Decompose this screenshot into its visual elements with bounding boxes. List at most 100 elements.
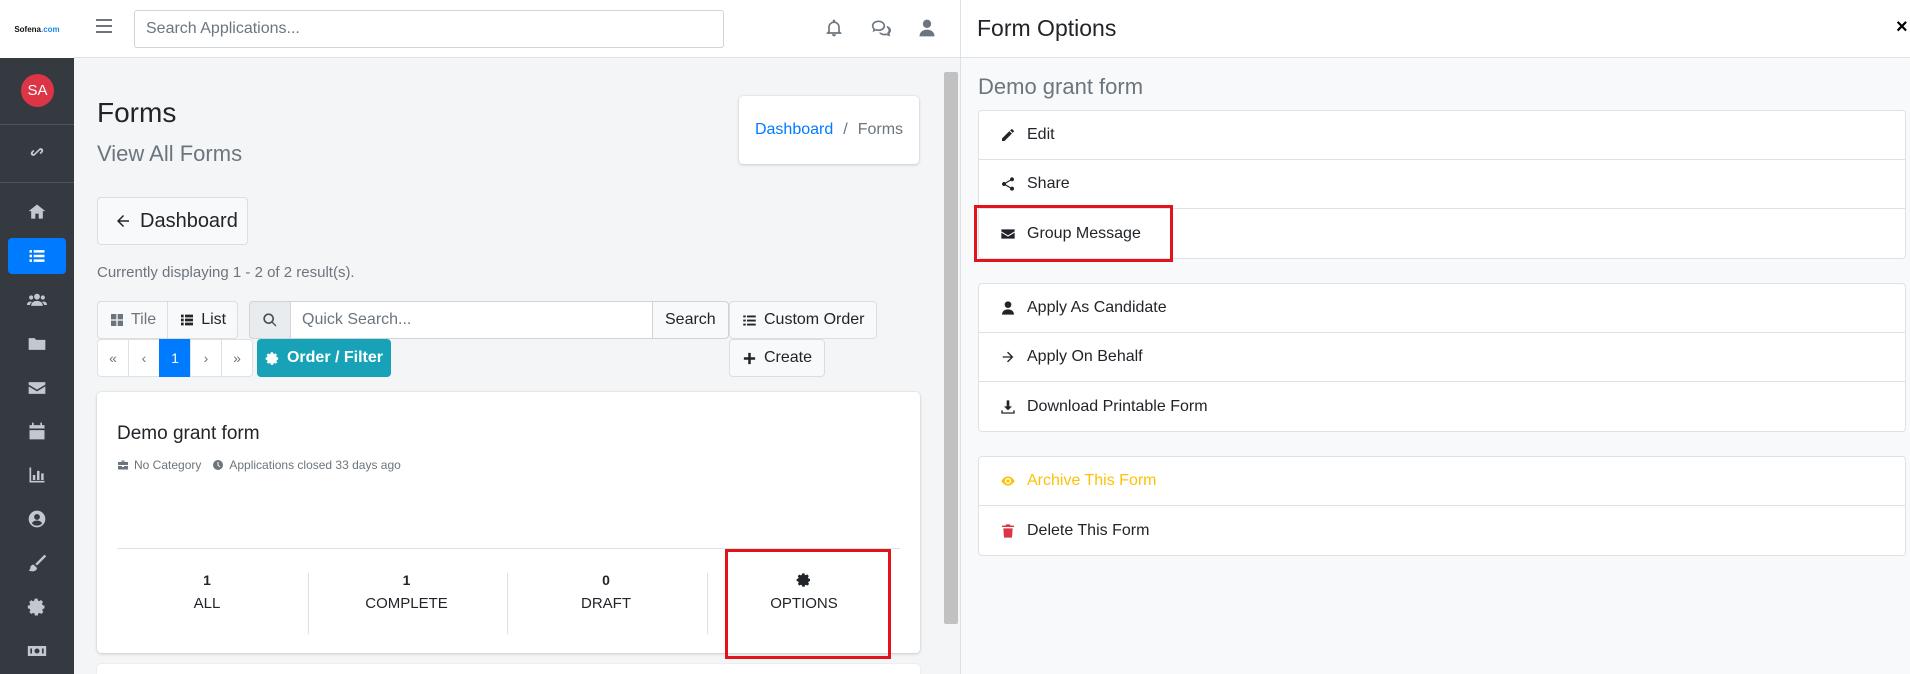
users-icon[interactable] (8, 282, 66, 318)
share-label: Share (1027, 175, 1070, 192)
plus-icon (743, 352, 756, 364)
close-icon[interactable]: × (1896, 16, 1908, 39)
avatar[interactable]: SA (21, 74, 54, 107)
order-filter-button[interactable]: Order / Filter (257, 339, 391, 377)
list-icon (181, 314, 194, 326)
custom-order-label: Custom Order (764, 311, 865, 328)
back-button-label: Dashboard (140, 209, 238, 232)
tile-label: Tile (131, 311, 157, 328)
quick-search-group: Search (249, 301, 729, 339)
form-category: No Category (134, 458, 202, 472)
options-group-apply: Apply As Candidate Apply On Behalf Downl… (978, 283, 1906, 432)
clock-icon (213, 460, 224, 470)
chart-bar-icon[interactable] (8, 457, 66, 493)
pagination-prev[interactable]: ‹ (128, 339, 160, 377)
user-circle-icon[interactable] (8, 501, 66, 537)
sidebar: Sofena .com SA (0, 0, 74, 674)
user-icon[interactable] (917, 18, 937, 38)
eye-icon (1001, 476, 1015, 486)
pagination-last[interactable]: » (221, 339, 253, 377)
panel-title: Form Options (977, 15, 1117, 41)
list-view-button[interactable]: List (168, 301, 239, 339)
stat-complete[interactable]: 1 COMPLETE (309, 572, 504, 634)
custom-order-button[interactable]: Custom Order (729, 301, 878, 339)
breadcrumb-separator: / (843, 121, 848, 138)
quick-search-input[interactable] (291, 301, 653, 339)
sidebar-divider (0, 124, 74, 125)
form-options-panel: Form Options × Demo grant form Edit Shar… (960, 0, 1910, 674)
envelope-icon[interactable] (8, 370, 66, 406)
list-label: List (201, 311, 227, 328)
results-count: Currently displaying 1 - 2 of 2 result(s… (97, 264, 355, 281)
edit-option[interactable]: Edit (979, 111, 1905, 160)
delete-form-label: Delete This Form (1027, 521, 1150, 539)
trash-icon (1002, 523, 1014, 538)
search-icon (249, 301, 291, 339)
apply-as-candidate-option[interactable]: Apply As Candidate (979, 284, 1905, 333)
gear-icon (265, 351, 279, 365)
pagination-next[interactable]: › (190, 339, 222, 377)
order-filter-label: Order / Filter (286, 349, 384, 366)
stat-all[interactable]: 1 ALL (117, 572, 297, 634)
bell-icon[interactable] (824, 18, 844, 38)
link-icon[interactable] (8, 134, 66, 170)
share-option[interactable]: Share (979, 160, 1905, 209)
folder-icon[interactable] (8, 326, 66, 362)
stat-all-value: 1 (203, 572, 211, 588)
archive-form-option[interactable]: Archive This Form (979, 457, 1905, 506)
form-card-second (97, 664, 920, 674)
gear-icon[interactable] (8, 589, 66, 625)
money-bill-icon[interactable] (8, 633, 66, 669)
search-applications-input[interactable] (134, 10, 724, 48)
page-subtitle: View All Forms (97, 141, 243, 166)
panel-form-name: Demo grant form (978, 74, 1144, 99)
arrow-right-icon (1002, 351, 1014, 363)
back-to-dashboard-button[interactable]: Dashboard (97, 197, 248, 245)
grid-icon (111, 314, 123, 326)
stat-complete-value: 1 (402, 572, 411, 588)
download-printable-form-option[interactable]: Download Printable Form (979, 382, 1905, 431)
download-printable-form-label: Download Printable Form (1027, 397, 1208, 415)
create-button[interactable]: Create (729, 339, 826, 377)
main-scrollbar[interactable] (944, 72, 958, 624)
page-title: Forms (97, 97, 177, 128)
user-icon (1002, 301, 1014, 315)
highlight-box-group-message (974, 205, 1173, 262)
apply-on-behalf-option[interactable]: Apply On Behalf (979, 333, 1905, 382)
pencil-icon (1002, 129, 1014, 141)
form-card-meta: No Category Applications closed 33 days … (117, 458, 401, 472)
logo-domain: .com (41, 24, 60, 34)
list-ul-icon (743, 315, 756, 325)
paint-brush-icon[interactable] (8, 545, 66, 581)
stat-complete-label: COMPLETE (365, 595, 448, 612)
breadcrumb: Dashboard / Forms (739, 96, 919, 164)
download-icon (1001, 399, 1015, 414)
pagination-page[interactable]: 1 (159, 339, 191, 377)
hamburger-menu-icon[interactable] (96, 19, 112, 37)
stat-draft[interactable]: 0 DRAFT (508, 572, 704, 634)
briefcase-icon (118, 460, 128, 470)
edit-label: Edit (1027, 126, 1055, 143)
apply-on-behalf-label: Apply On Behalf (1027, 348, 1143, 365)
pagination: « ‹ 1 › » (97, 339, 253, 377)
apply-as-candidate-label: Apply As Candidate (1027, 299, 1167, 316)
search-button[interactable]: Search (653, 301, 729, 339)
home-icon[interactable] (8, 194, 66, 230)
pagination-first[interactable]: « (97, 339, 129, 377)
app-logo[interactable]: Sofena .com (0, 0, 74, 58)
form-card-title[interactable]: Demo grant form (117, 423, 260, 445)
comments-icon[interactable] (871, 18, 891, 38)
list-icon[interactable] (8, 238, 66, 274)
stat-all-label: ALL (193, 595, 221, 612)
stat-draft-label: DRAFT (581, 595, 631, 612)
tile-view-button[interactable]: Tile (97, 301, 169, 339)
sidebar-divider (0, 182, 74, 183)
breadcrumb-dashboard-link[interactable]: Dashboard (755, 121, 833, 139)
highlight-box-options (725, 549, 891, 659)
create-label: Create (764, 349, 813, 366)
arrow-left-icon (117, 215, 129, 227)
calendar-icon[interactable] (8, 413, 66, 449)
panel-header: Form Options × (961, 0, 1910, 58)
share-icon (1002, 177, 1014, 191)
delete-form-option[interactable]: Delete This Form (979, 506, 1905, 555)
